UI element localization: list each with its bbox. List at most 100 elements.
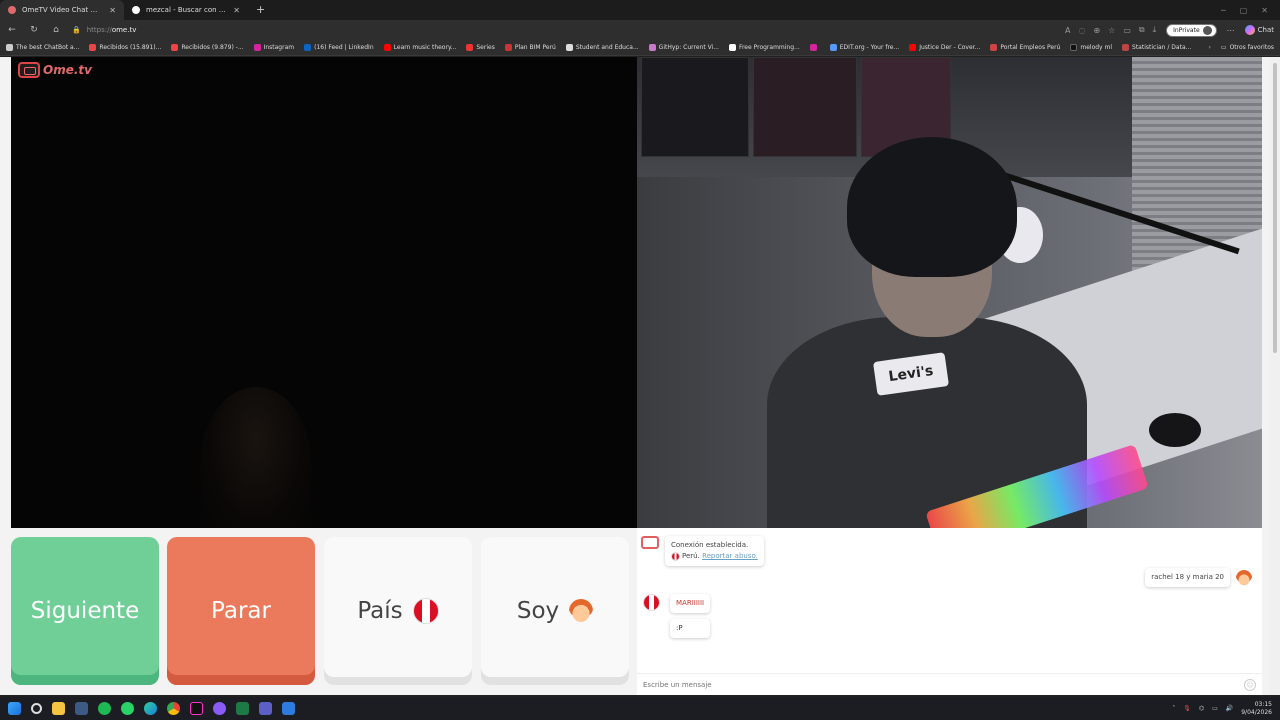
instagram-icon <box>253 44 261 51</box>
ometv-logo[interactable]: Ome.tv <box>18 62 92 78</box>
back-icon[interactable]: ← <box>6 25 18 35</box>
clock-date: 9/04/2026 <box>1241 708 1272 716</box>
gender-button[interactable]: Soy <box>481 537 629 685</box>
chat-message-input[interactable] <box>643 680 1244 689</box>
collections-icon[interactable]: ⧉ <box>1139 25 1145 35</box>
system-tray: ˄ 🎙 ⌬ ▭ 🔊 03:15 9/04/2026 <box>1172 701 1272 717</box>
tab-ometv[interactable]: OmeTV Video Chat — Omegle... ✕ <box>0 0 124 20</box>
partner-country: Perú. <box>682 552 700 560</box>
bookmark[interactable]: Learn music theory... <box>383 44 456 51</box>
steam-icon[interactable] <box>75 702 88 715</box>
ometv-logo-icon <box>18 62 40 78</box>
video-mouse <box>1149 413 1201 447</box>
home-icon[interactable]: ⌂ <box>50 25 62 35</box>
portal-empleos-icon <box>990 44 998 51</box>
page-scrollbar[interactable] <box>1270 57 1280 695</box>
tracking-icon[interactable]: ◌ <box>1078 26 1085 35</box>
volume-icon[interactable]: 🔊 <box>1226 705 1233 712</box>
country-button[interactable]: País <box>324 537 472 685</box>
close-window-icon[interactable]: ✕ <box>1261 6 1268 15</box>
app-icon[interactable] <box>213 702 226 715</box>
bookmark[interactable]: Justice Der - Cover... <box>909 44 980 51</box>
bookmark[interactable]: EDIT.org - Your fre... <box>829 44 899 51</box>
inprivate-badge[interactable]: InPrivate <box>1166 23 1217 37</box>
folder-icon: ▭ <box>1220 44 1227 51</box>
bookmark[interactable]: Plan BIM Perú <box>504 44 556 51</box>
tab-title: OmeTV Video Chat — Omegle... <box>22 6 103 14</box>
close-tab-icon[interactable]: ✕ <box>233 6 240 15</box>
bookmark[interactable]: Free Programming... <box>728 44 800 51</box>
search-icon[interactable] <box>31 703 42 714</box>
bookmark-label: Recibidos (15.891)... <box>99 44 162 51</box>
teams-icon[interactable] <box>259 702 272 715</box>
video-poster <box>641 57 749 157</box>
edge-icon[interactable] <box>144 702 157 715</box>
translate-icon[interactable]: A <box>1065 26 1070 35</box>
bookmark[interactable]: (16) Feed | LinkedIn <box>304 44 374 51</box>
bookmark[interactable]: Portal Empleos Perú <box>990 44 1060 51</box>
bookmark[interactable]: GitHyp: Current Vi... <box>648 44 719 51</box>
display-icon[interactable]: ▭ <box>1212 705 1218 712</box>
tiktok-icon[interactable] <box>190 702 203 715</box>
bookmark-label: Free Programming... <box>738 44 800 51</box>
bookmark-label: Recibidos (9.879) -... <box>181 44 244 51</box>
bookmark[interactable]: Recibidos (15.891)... <box>89 44 161 51</box>
minimize-icon[interactable]: ─ <box>1221 6 1226 15</box>
download-icon[interactable]: ⤓ <box>1153 25 1157 35</box>
next-button[interactable]: Siguiente <box>11 537 159 685</box>
youtube-icon <box>909 44 917 51</box>
scrollbar-thumb[interactable] <box>1273 63 1277 353</box>
bookmark[interactable]: Recibidos (9.879) -... <box>171 44 244 51</box>
favorite-star-icon[interactable]: ☆ <box>1108 26 1115 35</box>
url-field[interactable]: 🔒 https://ome.tv <box>72 26 1055 34</box>
bookmark[interactable]: melody ml <box>1070 44 1112 51</box>
file-explorer-icon[interactable] <box>52 702 65 715</box>
ometv-logo-text: Ome.tv <box>43 63 92 77</box>
calendar-icon[interactable] <box>282 702 295 715</box>
my-message-bubble: rachel 18 y maria 20 <box>1145 568 1230 587</box>
ometv-small-logo-icon <box>641 536 659 549</box>
bookmark[interactable]: Statistician / Data... <box>1122 44 1191 51</box>
extensions-icon[interactable]: ⊕ <box>1093 26 1100 35</box>
bookmark-label: (16) Feed | LinkedIn <box>314 44 374 51</box>
clock[interactable]: 03:15 9/04/2026 <box>1241 701 1272 717</box>
bookmark[interactable]: Student and Educa... <box>565 44 639 51</box>
emoji-icon[interactable]: ☺ <box>1244 678 1256 691</box>
url-protocol: https:// <box>86 26 112 34</box>
microphone-icon[interactable]: 🎙 <box>1183 705 1191 712</box>
ometv-page: Ome.tv Levi's Siguiente Parar País Soy C… <box>0 57 1280 695</box>
stop-button[interactable]: Parar <box>167 537 315 685</box>
bookmarks-overflow-icon[interactable]: › <box>1209 44 1211 51</box>
partner-country-line: Perú. Reportar abuso. <box>671 551 758 562</box>
close-tab-icon[interactable]: ✕ <box>109 6 116 15</box>
windows-start-icon[interactable] <box>8 702 21 715</box>
other-favorites[interactable]: ▭ Otros favoritos <box>1221 44 1274 51</box>
spotify-icon[interactable] <box>98 702 111 715</box>
tab-title: mezcal - Buscar con Google <box>146 6 227 14</box>
chat-input-bar: ☺ <box>637 673 1262 695</box>
refresh-icon[interactable]: ↻ <box>28 25 40 35</box>
my-avatar-icon <box>1236 569 1252 586</box>
next-button-label: Siguiente <box>30 598 140 624</box>
bookmark[interactable]: The best ChatBot a... <box>6 44 79 51</box>
more-options-icon[interactable]: ⋯ <box>1227 26 1235 35</box>
tray-overflow-icon[interactable]: ˄ <box>1172 705 1175 712</box>
browser-tab-bar: OmeTV Video Chat — Omegle... ✕ mezcal - … <box>0 0 1280 20</box>
bookmark[interactable] <box>809 44 820 51</box>
bookmark[interactable]: Instagram <box>253 44 294 51</box>
bookmark[interactable]: Series <box>466 44 495 51</box>
system-bubble: Conexión establecida. Perú. Reportar abu… <box>665 536 764 566</box>
new-tab-button[interactable]: + <box>248 0 273 20</box>
copilot-button[interactable]: Chat <box>1244 25 1274 35</box>
programming-icon <box>728 44 736 51</box>
tab-google[interactable]: mezcal - Buscar con Google ✕ <box>124 0 248 20</box>
report-abuse-link[interactable]: Reportar abuso. <box>702 552 758 560</box>
network-icon[interactable]: ⌬ <box>1199 705 1204 712</box>
split-screen-icon[interactable]: ▭ <box>1123 26 1131 35</box>
chat-panel: Conexión establecida. Perú. Reportar abu… <box>637 528 1262 695</box>
whatsapp-icon[interactable] <box>121 702 134 715</box>
maximize-icon[interactable]: ▢ <box>1240 6 1248 15</box>
other-favorites-label: Otros favoritos <box>1229 44 1274 51</box>
chrome-icon[interactable] <box>167 702 180 715</box>
excel-icon[interactable] <box>236 702 249 715</box>
